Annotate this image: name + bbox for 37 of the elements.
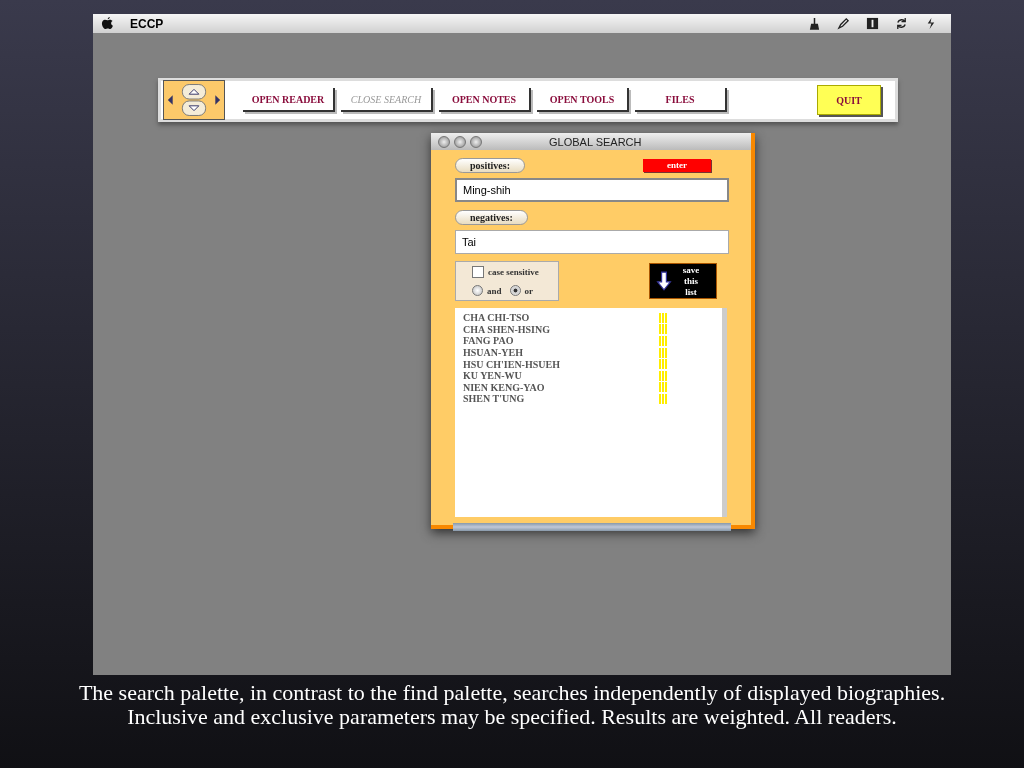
save-list-button[interactable]: save this list xyxy=(649,263,717,299)
pen-icon[interactable] xyxy=(837,17,850,30)
enter-button[interactable]: enter xyxy=(643,158,711,172)
negatives-label: negatives: xyxy=(455,209,528,225)
toolbar-button[interactable]: OPEN TOOLS xyxy=(537,88,629,112)
checkbox[interactable] xyxy=(472,265,484,278)
caption: The search palette, in contrast to the find palette, searches independently of displayed biographies. Inclusive and exclusive parameters may be specified. Results are weighted. All readers. xyxy=(77,681,947,729)
sync-icon[interactable] xyxy=(895,17,908,30)
radio-label: or xyxy=(524,285,533,296)
minimize-button[interactable] xyxy=(454,135,466,148)
app-name[interactable]: ECCP xyxy=(130,16,164,31)
positives-field[interactable]: Ming-shih xyxy=(455,178,729,202)
close-button[interactable] xyxy=(438,135,450,148)
result-name[interactable]: HSUAN-YEH xyxy=(463,347,523,359)
radio-button[interactable] xyxy=(509,285,521,297)
apple-icon[interactable] xyxy=(101,16,114,31)
checkbox-label: case sensitive xyxy=(488,266,539,277)
result-name[interactable]: SHEN T'UNG xyxy=(463,393,525,405)
negatives-field[interactable]: Tai xyxy=(455,230,729,254)
result-name[interactable]: NIEN KENG-YAO xyxy=(463,381,545,393)
down-arrow-icon xyxy=(656,270,672,292)
result-name[interactable]: CHA SHEN-HSING xyxy=(463,323,550,335)
result-name[interactable]: FANG PAO xyxy=(463,335,514,347)
radio-button[interactable] xyxy=(472,285,483,297)
zoom-button[interactable] xyxy=(470,135,482,148)
positives-label: positives: xyxy=(455,157,525,173)
radio-label: and xyxy=(487,285,502,296)
toolbar-button[interactable]: OPEN READER xyxy=(243,88,335,112)
result-name[interactable]: HSU CH'IEN-HSUEH xyxy=(463,358,560,370)
result-name[interactable]: KU YEN-WU xyxy=(463,370,522,382)
toolbar-button[interactable]: OPEN NOTES xyxy=(439,88,531,112)
broom-icon[interactable] xyxy=(808,17,821,30)
result-name[interactable]: CHA CHI-TSO xyxy=(463,312,530,324)
quit-button[interactable]: QUIT xyxy=(817,85,881,115)
window-title: GLOBAL SEARCH xyxy=(549,135,642,148)
grid-icon[interactable] xyxy=(866,17,879,30)
toolbar-button[interactable]: FILES xyxy=(635,88,727,112)
